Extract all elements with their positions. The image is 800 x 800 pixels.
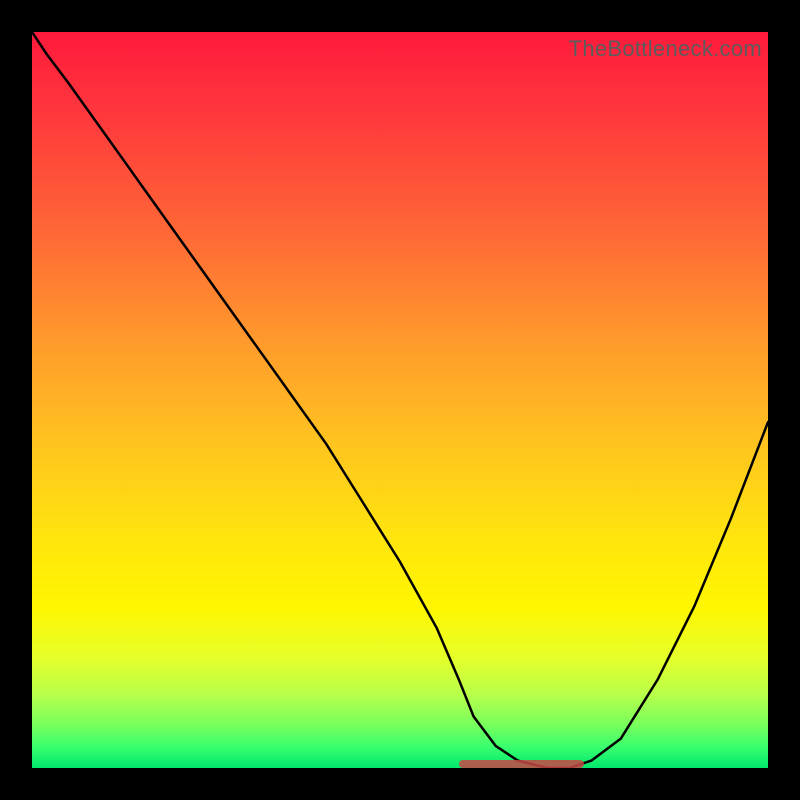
optimal-range-marker <box>459 760 584 768</box>
chart-frame: TheBottleneck.com <box>0 0 800 800</box>
bottleneck-curve <box>32 32 768 768</box>
plot-area: TheBottleneck.com <box>32 32 768 768</box>
